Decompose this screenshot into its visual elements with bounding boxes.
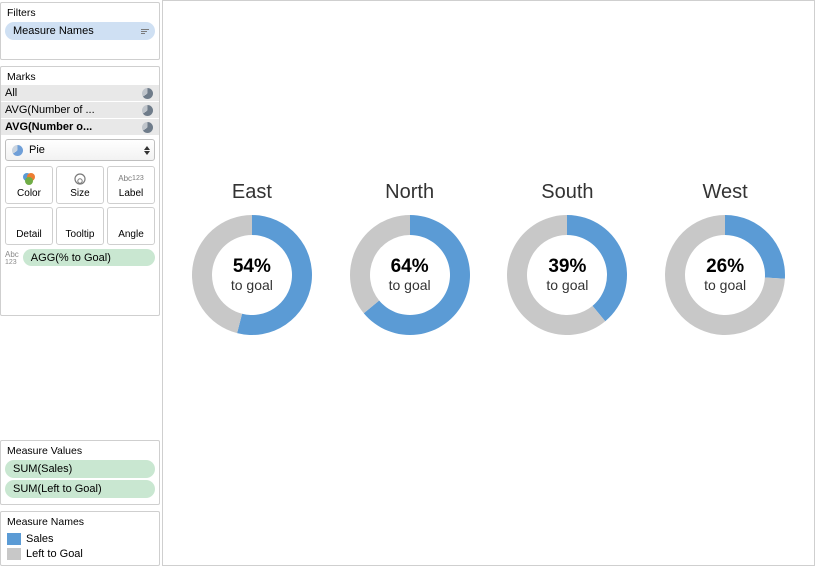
- pill-sum-left-to-goal[interactable]: SUM(Left to Goal): [5, 480, 155, 498]
- shelf-label: Angle: [118, 229, 144, 240]
- size-icon: [73, 172, 87, 186]
- donut-chart[interactable]: 39% to goal: [500, 208, 634, 342]
- donut-title: North: [385, 181, 434, 204]
- mark-type-label: Pie: [29, 144, 45, 156]
- shelf-color[interactable]: Color: [5, 166, 53, 204]
- donut-title: East: [232, 181, 272, 204]
- marks-title: Marks: [5, 70, 155, 86]
- donut-sub: to goal: [231, 277, 273, 293]
- donut-east: East 54% to goal: [185, 181, 319, 342]
- donut-pct: 54%: [233, 257, 271, 278]
- shelf-label: Color: [17, 188, 41, 199]
- sort-icon: [141, 26, 151, 36]
- marks-row-avg-1[interactable]: AVG(Number of ...: [1, 102, 159, 118]
- shelf-detail[interactable]: Detail: [5, 207, 53, 245]
- label-icon: Abc123: [118, 172, 143, 186]
- filter-pill-label: Measure Names: [13, 25, 94, 37]
- legend-swatch: [7, 548, 21, 560]
- pill-label: AGG(% to Goal): [31, 252, 111, 264]
- pie-icon: [142, 105, 153, 116]
- filters-panel: Filters Measure Names: [0, 2, 160, 60]
- legend-item-sales[interactable]: Sales: [7, 531, 155, 546]
- legend-label: Left to Goal: [26, 548, 83, 560]
- donut-north: North 64% to goal: [343, 181, 477, 342]
- donut-chart[interactable]: 64% to goal: [343, 208, 477, 342]
- pill-agg-pct-to-goal[interactable]: AGG(% to Goal): [23, 249, 155, 266]
- donut-pct: 64%: [391, 257, 429, 278]
- legend-swatch: [7, 533, 21, 545]
- shelf-label: Detail: [16, 229, 42, 240]
- marks-row-label: AVG(Number of ...: [5, 104, 95, 116]
- measure-values-panel: Measure Values SUM(Sales) SUM(Left to Go…: [0, 440, 160, 505]
- label-icon: Abc123: [5, 251, 19, 266]
- pill-label: SUM(Sales): [13, 463, 72, 475]
- shelf-grid: Color Size Abc123 Label Detail Tooltip: [5, 166, 155, 245]
- donut-center: 64% to goal: [343, 208, 477, 342]
- donut-sub: to goal: [389, 277, 431, 293]
- filter-pill-measure-names[interactable]: Measure Names: [5, 22, 155, 40]
- label-shelf-pill-row: Abc123 AGG(% to Goal): [5, 249, 155, 268]
- shelf-tooltip[interactable]: Tooltip: [56, 207, 104, 245]
- donut-sub: to goal: [704, 277, 746, 293]
- shelf-label: Label: [119, 188, 143, 199]
- legend-panel: Measure Names Sales Left to Goal: [0, 511, 160, 566]
- pill-sum-sales[interactable]: SUM(Sales): [5, 460, 155, 478]
- color-icon: [22, 172, 36, 186]
- worksheet-canvas: East 54% to goal North 64% to goal South: [162, 0, 815, 566]
- filters-title: Filters: [5, 6, 155, 22]
- legend-title: Measure Names: [7, 515, 155, 531]
- marks-row-avg-2[interactable]: AVG(Number o...: [1, 119, 159, 135]
- donut-title: West: [703, 181, 748, 204]
- chevron-updown-icon: [144, 146, 150, 155]
- mark-type-select[interactable]: Pie: [5, 139, 155, 161]
- shelf-label[interactable]: Abc123 Label: [107, 166, 155, 204]
- donut-row: East 54% to goal North 64% to goal South: [163, 181, 814, 342]
- measure-values-title: Measure Values: [5, 444, 155, 460]
- pill-label: SUM(Left to Goal): [13, 483, 102, 495]
- donut-center: 54% to goal: [185, 208, 319, 342]
- donut-south: South 39% to goal: [500, 181, 634, 342]
- donut-title: South: [541, 181, 593, 204]
- pie-icon: [142, 122, 153, 133]
- marks-row-label: AVG(Number o...: [5, 121, 92, 133]
- shelf-label: Size: [70, 188, 89, 199]
- marks-panel: Marks All AVG(Number of ... AVG(Number o…: [0, 66, 160, 316]
- marks-row-all[interactable]: All: [1, 85, 159, 101]
- shelf-angle[interactable]: Angle: [107, 207, 155, 245]
- donut-sub: to goal: [546, 277, 588, 293]
- donut-chart[interactable]: 54% to goal: [185, 208, 319, 342]
- legend-label: Sales: [26, 533, 54, 545]
- pie-icon: [12, 145, 23, 156]
- donut-center: 39% to goal: [500, 208, 634, 342]
- donut-west: West 26% to goal: [658, 181, 792, 342]
- donut-center: 26% to goal: [658, 208, 792, 342]
- legend-item-left-to-goal[interactable]: Left to Goal: [7, 546, 155, 561]
- donut-chart[interactable]: 26% to goal: [658, 208, 792, 342]
- donut-pct: 26%: [706, 257, 744, 278]
- shelf-size[interactable]: Size: [56, 166, 104, 204]
- marks-row-label: All: [5, 87, 17, 99]
- donut-pct: 39%: [548, 257, 586, 278]
- shelf-label: Tooltip: [66, 229, 95, 240]
- sidebar: Filters Measure Names Marks All AVG(Numb…: [0, 0, 160, 566]
- pie-icon: [142, 88, 153, 99]
